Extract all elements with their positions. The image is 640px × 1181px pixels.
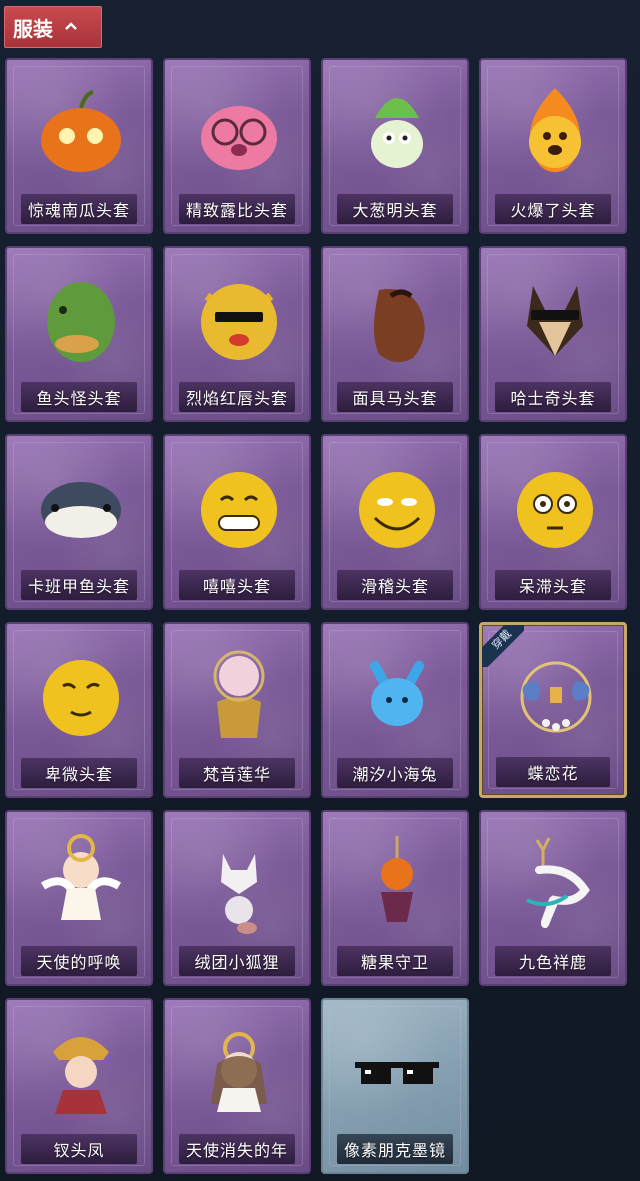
item-card[interactable]: 卡班甲鱼头套: [5, 434, 153, 610]
item-card[interactable]: 梵音莲华: [163, 622, 311, 798]
item-card[interactable]: 惊魂南瓜头套: [5, 58, 153, 234]
item-label-bar: 天使消失的年: [179, 1134, 295, 1164]
equipped-badge-label: 穿戴: [482, 625, 524, 667]
item-label: 火爆了头套: [510, 201, 596, 220]
item-label: 卑微头套: [44, 765, 113, 784]
category-title: 服装: [13, 16, 53, 41]
item-label-bar: 呆滞头套: [495, 570, 611, 600]
husky-head-icon: [503, 266, 607, 370]
item-label-bar: 钗头凤: [21, 1134, 137, 1164]
item-label: 滑稽头套: [360, 577, 429, 596]
item-label: 钗头凤: [53, 1141, 105, 1160]
item-label: 天使的呼唤: [36, 953, 122, 972]
item-label-bar: 绒团小狐狸: [179, 946, 295, 976]
deer-charm-icon: [503, 830, 607, 934]
pumpkin-head-icon: [29, 78, 133, 182]
funny-emoji-icon: [345, 454, 449, 558]
item-label-bar: 滑稽头套: [337, 570, 453, 600]
item-label: 惊魂南瓜头套: [27, 201, 130, 220]
item-label: 大葱明头套: [352, 201, 438, 220]
item-label: 卡班甲鱼头套: [27, 577, 130, 596]
angel-doll-icon: [29, 830, 133, 934]
item-label: 九色祥鹿: [518, 953, 587, 972]
item-grid: 惊魂南瓜头套 精致露比头套 大葱明头套 火爆了头套鱼头怪头套 烈焰红唇头套 面具马头套 哈士…: [5, 58, 633, 1174]
item-card[interactable]: 天使的呼唤: [5, 810, 153, 986]
sea-bunny-icon: [345, 642, 449, 746]
dazed-emoji-icon: [503, 454, 607, 558]
item-label: 面具马头套: [352, 389, 438, 408]
item-label-bar: 卡班甲鱼头套: [21, 570, 137, 600]
item-label-bar: 卑微头套: [21, 758, 137, 788]
item-label: 潮汐小海兔: [352, 765, 438, 784]
item-card[interactable]: 糖果守卫: [321, 810, 469, 986]
item-card[interactable]: 嘻嘻头套: [163, 434, 311, 610]
item-label-bar: 梵音莲华: [179, 758, 295, 788]
item-label-bar: 火爆了头套: [495, 194, 611, 224]
item-card[interactable]: 精致露比头套: [163, 58, 311, 234]
horse-head-icon: [345, 266, 449, 370]
item-label: 呆滞头套: [518, 577, 587, 596]
item-label: 烈焰红唇头套: [185, 389, 288, 408]
item-label: 绒团小狐狸: [194, 953, 280, 972]
item-label: 糖果守卫: [360, 953, 429, 972]
item-label: 像素朋克墨镜: [343, 1141, 446, 1160]
item-label-bar: 哈士奇头套: [495, 382, 611, 412]
item-label: 梵音莲华: [202, 765, 271, 784]
humble-emoji-icon: [29, 642, 133, 746]
category-tab-clothing[interactable]: 服装: [4, 6, 102, 48]
item-label-bar: 九色祥鹿: [495, 946, 611, 976]
item-label-bar: 像素朋克墨镜: [337, 1134, 453, 1164]
item-label-bar: 糖果守卫: [337, 946, 453, 976]
equipped-badge: 穿戴: [482, 625, 524, 667]
item-label-bar: 天使的呼唤: [21, 946, 137, 976]
item-card[interactable]: 大葱明头套: [321, 58, 469, 234]
item-label-bar: 鱼头怪头套: [21, 382, 137, 412]
item-label-bar: 蝶恋花: [496, 757, 610, 787]
item-card[interactable]: 呆滞头套: [479, 434, 627, 610]
item-label: 天使消失的年: [185, 1141, 288, 1160]
item-card[interactable]: 哈士奇头套: [479, 246, 627, 422]
lotus-doll-icon: [187, 642, 291, 746]
grin-emoji-icon: [187, 454, 291, 558]
wardrobe-page: 服装 惊魂南瓜头套 精致露比头套 大葱明头套 火爆了头套鱼头怪头套 烈焰红唇头套 面具马头…: [0, 0, 640, 1181]
angel-girl-doll-icon: [187, 1018, 291, 1122]
item-card[interactable]: 火爆了头套: [479, 58, 627, 234]
item-card[interactable]: 像素朋克墨镜: [321, 998, 469, 1174]
fire-head-icon: [503, 78, 607, 182]
item-label-bar: 嘻嘻头套: [179, 570, 295, 600]
item-label: 精致露比头套: [185, 201, 288, 220]
chevron-up-icon: [65, 21, 77, 33]
scallion-head-icon: [345, 78, 449, 182]
phoenix-doll-icon: [29, 1018, 133, 1122]
item-card[interactable]: 钗头凤: [5, 998, 153, 1174]
item-label: 嘻嘻头套: [202, 577, 271, 596]
item-card[interactable]: 潮汐小海兔: [321, 622, 469, 798]
fish-head-icon: [29, 266, 133, 370]
item-card[interactable]: 绒团小狐狸: [163, 810, 311, 986]
item-card[interactable]: 烈焰红唇头套: [163, 246, 311, 422]
item-label-bar: 精致露比头套: [179, 194, 295, 224]
item-label: 蝶恋花: [527, 764, 579, 783]
item-card[interactable]: 面具马头套: [321, 246, 469, 422]
item-label-bar: 潮汐小海兔: [337, 758, 453, 788]
candy-guard-icon: [345, 830, 449, 934]
pink-creature-head-icon: [187, 78, 291, 182]
item-label: 鱼头怪头套: [36, 389, 122, 408]
item-label-bar: 面具马头套: [337, 382, 453, 412]
item-card[interactable]: 鱼头怪头套: [5, 246, 153, 422]
item-label-bar: 惊魂南瓜头套: [21, 194, 137, 224]
item-card[interactable]: 穿戴蝶恋花: [479, 622, 627, 798]
item-label: 哈士奇头套: [510, 389, 596, 408]
item-label-bar: 大葱明头套: [337, 194, 453, 224]
pixel-sunglasses-icon: [345, 1018, 449, 1122]
item-card[interactable]: 天使消失的年: [163, 998, 311, 1174]
item-label-bar: 烈焰红唇头套: [179, 382, 295, 412]
yellow-mascot-head-icon: [187, 266, 291, 370]
fox-charm-icon: [187, 830, 291, 934]
item-card[interactable]: 卑微头套: [5, 622, 153, 798]
item-card[interactable]: 滑稽头套: [321, 434, 469, 610]
turtle-head-icon: [29, 454, 133, 558]
item-card[interactable]: 九色祥鹿: [479, 810, 627, 986]
